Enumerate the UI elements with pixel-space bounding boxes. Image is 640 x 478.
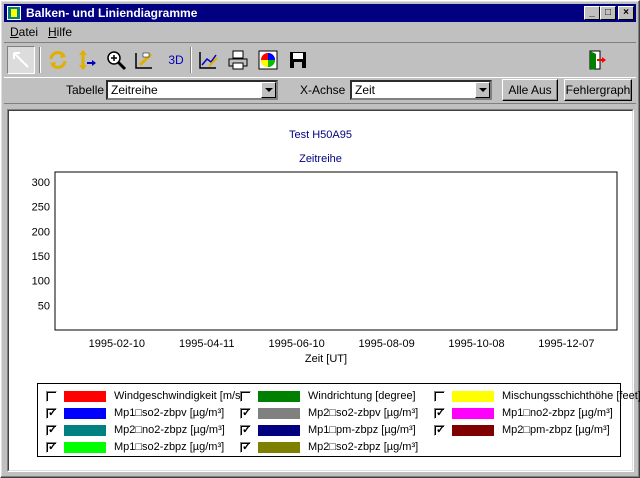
print-icon[interactable] xyxy=(224,46,252,74)
menu-bar: Datei Hilfe xyxy=(4,23,636,41)
alle-aus-button[interactable]: Alle Aus xyxy=(502,79,558,101)
zoom-icon[interactable] xyxy=(102,46,130,74)
legend-checkbox[interactable] xyxy=(46,440,57,453)
app-icon[interactable] xyxy=(7,6,21,20)
tabelle-label: Tabelle xyxy=(66,83,105,97)
x-tick-label: 1995-10-08 xyxy=(448,338,504,350)
chart-edit-icon[interactable] xyxy=(194,46,222,74)
chart-title: Test H50A95 xyxy=(289,129,352,141)
title-bar[interactable]: Balken- und Liniendiagramme _ □ × xyxy=(4,4,636,22)
x-tick-label: 1995-02-10 xyxy=(89,338,145,350)
y-tick-label: 250 xyxy=(32,202,50,214)
toolbar: 3D xyxy=(4,42,636,78)
legend-swatch xyxy=(452,408,494,419)
legend-swatch xyxy=(258,408,300,419)
legend-checkbox[interactable] xyxy=(240,423,251,436)
legend-swatch xyxy=(64,391,106,402)
legend-swatch xyxy=(452,391,494,402)
legend-checkbox[interactable] xyxy=(434,406,445,419)
legend-label: Mp1□pm-zbpz [µg/m³] xyxy=(308,424,416,436)
close-button[interactable]: × xyxy=(618,6,634,20)
legend-label: Mp2□so2-zbpz [µg/m³] xyxy=(308,441,419,453)
y-tick-label: 200 xyxy=(32,226,50,238)
legend-checkbox[interactable] xyxy=(240,440,251,453)
fehlergraph-button[interactable]: Fehlergraph xyxy=(564,79,632,101)
legend-swatch xyxy=(64,442,106,453)
legend-label: Mp2□pm-zbpz [µg/m³] xyxy=(502,424,610,436)
y-tick-label: 100 xyxy=(32,276,50,288)
legend-swatch xyxy=(452,425,494,436)
legend-checkbox[interactable] xyxy=(240,406,251,419)
chart-plot: 50 100 150 200 250 300 1995-02-10 1995-04-11 199… xyxy=(32,171,618,365)
xachse-select[interactable]: Zeit xyxy=(350,80,492,100)
chevron-down-icon[interactable] xyxy=(261,82,276,98)
maximize-button[interactable]: □ xyxy=(600,6,616,20)
legend-checkbox[interactable] xyxy=(434,423,445,436)
main-window: Balken- und Liniendiagramme _ □ × Datei … xyxy=(0,0,640,478)
legend-label: Mp2□so2-zbpv [µg/m³] xyxy=(308,407,419,419)
chart-panel: Test H50A95 Zeitreihe 50 100 150 200 250 300 1… xyxy=(7,109,640,472)
xachse-value: Zeit xyxy=(355,83,376,97)
plot-area xyxy=(54,171,618,331)
scale-axis-icon[interactable] xyxy=(72,46,100,74)
minimize-button[interactable]: _ xyxy=(584,6,600,20)
legend-label: Mischungsschichthöhe [feet] xyxy=(502,390,640,402)
legend-checkbox[interactable] xyxy=(434,391,445,402)
xachse-label: X-Achse xyxy=(300,83,346,97)
x-axis-label: Zeit [UT] xyxy=(305,353,347,365)
legend: Windgeschwindigkeit [m/s] Windrichtung [d… xyxy=(37,383,640,457)
legend-swatch xyxy=(64,408,106,419)
x-tick-label: 1995-04-11 xyxy=(179,338,234,350)
legend-label: Mp1□no2-zbpz [µg/m³] xyxy=(502,407,613,419)
controls-bar: Tabelle Zeitreihe X-Achse Zeit Alle Aus … xyxy=(4,77,636,104)
chart-subtitle: Zeitreihe xyxy=(299,153,342,165)
legend-checkbox[interactable] xyxy=(46,423,57,436)
window-title: Balken- und Liniendiagramme xyxy=(26,6,198,20)
legend-swatch xyxy=(258,391,300,402)
chevron-down-icon[interactable] xyxy=(475,82,490,98)
legend-swatch xyxy=(258,425,300,436)
x-tick-label: 1995-12-07 xyxy=(538,338,594,350)
color-icon[interactable] xyxy=(254,46,282,74)
pointer-icon[interactable] xyxy=(7,46,35,74)
save-icon[interactable] xyxy=(284,46,312,74)
x-tick-label: 1995-06-10 xyxy=(269,338,325,350)
x-tick-label: 1995-08-09 xyxy=(358,338,414,350)
legend-swatch xyxy=(258,442,300,453)
rotate-icon[interactable] xyxy=(44,46,72,74)
legend-checkbox[interactable] xyxy=(240,391,251,402)
y-tick-label: 50 xyxy=(38,300,50,312)
3d-icon[interactable]: 3D xyxy=(162,46,190,74)
exit-icon[interactable] xyxy=(582,46,610,74)
legend-label: Windgeschwindigkeit [m/s] xyxy=(114,390,244,402)
menu-hilfe[interactable]: Hilfe xyxy=(48,25,72,39)
menu-datei[interactable]: Datei xyxy=(10,25,38,39)
legend-checkbox[interactable] xyxy=(46,406,57,419)
legend-checkbox[interactable] xyxy=(46,391,57,402)
legend-label: Mp2□no2-zbpz [µg/m³] xyxy=(114,424,225,436)
legend-label: Mp1□so2-zbpv [µg/m³] xyxy=(114,407,225,419)
legend-label: Mp1□so2-zbpz [µg/m³] xyxy=(114,441,225,453)
chart-axes: 50 100 150 200 250 300 1995-02-10 1995-04-11 199… xyxy=(32,171,618,365)
legend-swatch xyxy=(64,425,106,436)
tabelle-value: Zeitreihe xyxy=(111,83,158,97)
legend-label: Windrichtung [degree] xyxy=(308,390,416,402)
edit-icon[interactable] xyxy=(130,46,158,74)
y-tick-label: 150 xyxy=(32,251,50,263)
y-tick-label: 300 xyxy=(32,177,50,189)
tabelle-select[interactable]: Zeitreihe xyxy=(106,80,278,100)
